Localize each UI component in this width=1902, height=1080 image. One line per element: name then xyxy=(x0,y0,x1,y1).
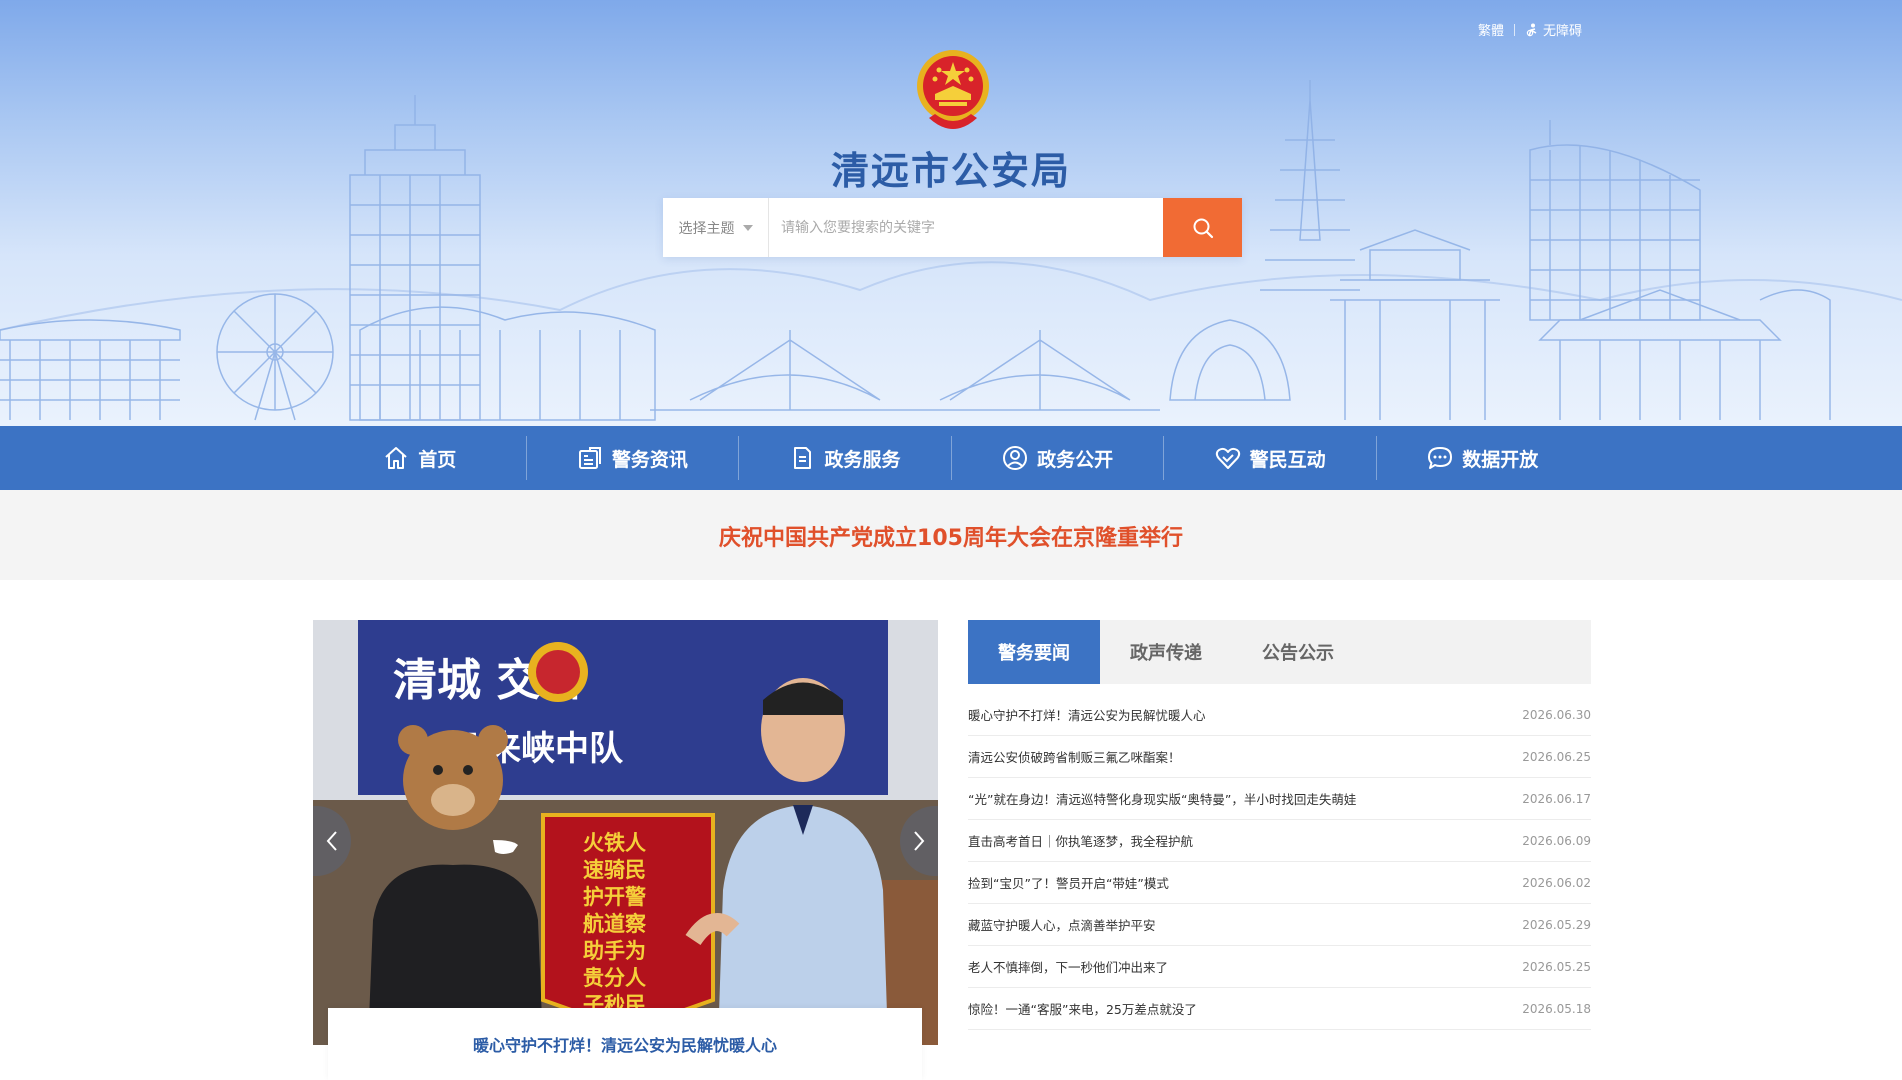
news-date: 2026.06.09 xyxy=(1522,833,1591,848)
svg-text:贵分人: 贵分人 xyxy=(583,966,646,990)
site-header: 繁體 无障碍 清远市公安局 选择主题 xyxy=(0,0,1902,426)
news-title: 藏蓝守护暖人心，点滴善举护平安 xyxy=(968,918,1156,933)
topic-select-label: 选择主题 xyxy=(678,220,735,237)
search-input[interactable] xyxy=(769,198,1163,257)
news-title: 暖心守护不打烊！清远公安为民解忧暖人心 xyxy=(968,708,1206,723)
news-list: 暖心守护不打烊！清远公安为民解忧暖人心 2026.06.30 清远公安侦破跨省制… xyxy=(968,694,1591,1030)
search-icon xyxy=(1193,218,1213,238)
news-date: 2026.06.30 xyxy=(1522,707,1591,722)
nav-item-label: 警务资讯 xyxy=(611,448,688,471)
list-item[interactable]: 清远公安侦破跨省制贩三氟乙咪酯案！ 2026.06.25 xyxy=(968,736,1591,778)
tab-police-news[interactable]: 警务要闻 xyxy=(968,620,1100,684)
tab-announcements[interactable]: 公告公示 xyxy=(1232,620,1364,684)
carousel-caption[interactable]: 暖心守护不打烊！清远公安为民解忧暖人心 xyxy=(328,1008,922,1080)
headline-link[interactable]: 庆祝中国共产党成立105周年大会在京隆重举行 xyxy=(0,520,1902,552)
nav-item-home[interactable]: 首页 xyxy=(313,426,526,490)
news-date: 2026.06.25 xyxy=(1522,749,1591,764)
news-date: 2026.05.25 xyxy=(1522,959,1591,974)
chevron-right-icon xyxy=(914,831,925,851)
news-date: 2026.06.17 xyxy=(1522,791,1591,806)
main-nav: 首页 警务资讯 政务服务 政务公开 警民互动 数据开放 xyxy=(0,426,1902,490)
national-emblem-icon xyxy=(917,50,989,129)
news-title: “光”就在身边！清远巡特警化身现实版“奥特曼”，半小时找回走失萌娃 xyxy=(968,792,1357,807)
list-item[interactable]: 捡到“宝贝”了！警员开启“带娃”模式 2026.06.02 xyxy=(968,862,1591,904)
accessibility-link[interactable]: 无障碍 xyxy=(1525,20,1582,39)
top-links: 繁體 无障碍 xyxy=(1478,20,1582,39)
chevron-down-icon xyxy=(742,224,753,231)
search-bar: 选择主题 xyxy=(663,198,1242,257)
news-title: 惊险！一通“客服”来电，25万差点就没了 xyxy=(968,1002,1197,1017)
news-title: 老人不慎摔倒，下一秒他们冲出来了 xyxy=(968,960,1169,975)
nav-item-label: 数据开放 xyxy=(1462,448,1539,471)
topic-select[interactable]: 选择主题 xyxy=(663,198,769,257)
list-item[interactable]: 惊险！一通“客服”来电，25万差点就没了 2026.05.18 xyxy=(968,988,1591,1030)
news-date: 2026.05.18 xyxy=(1522,1001,1591,1016)
news-icon xyxy=(578,447,601,469)
news-title: 清远公安侦破跨省制贩三氟乙咪酯案！ xyxy=(968,750,1181,765)
svg-text:航道察: 航道察 xyxy=(583,912,647,936)
news-title: 捡到“宝贝”了！警员开启“带娃”模式 xyxy=(968,876,1169,891)
accessibility-icon xyxy=(1526,23,1537,36)
list-item[interactable]: 暖心守护不打烊！清远公安为民解忧暖人心 2026.06.30 xyxy=(968,694,1591,736)
nav-item-label: 政务服务 xyxy=(824,448,901,471)
traditional-chinese-link[interactable]: 繁體 xyxy=(1478,20,1504,39)
news-tabs: 警务要闻 政声传递 公告公示 xyxy=(968,620,1591,684)
nav-item-gov-services[interactable]: 政务服务 xyxy=(738,426,951,490)
search-button[interactable] xyxy=(1163,198,1242,257)
nav-item-label: 警民互动 xyxy=(1249,448,1326,471)
news-title: 直击高考首日｜你执笔逐梦，我全程护航 xyxy=(968,834,1194,849)
site-title: 清远市公安局 xyxy=(830,149,1071,193)
nav-item-label: 政务公开 xyxy=(1037,448,1114,471)
home-icon xyxy=(385,447,407,469)
svg-text:护开警: 护开警 xyxy=(583,885,646,909)
nav-item-label: 首页 xyxy=(418,448,457,471)
chat-icon xyxy=(1428,447,1453,469)
heart-icon xyxy=(1215,447,1240,469)
news-carousel[interactable]: 清城 交警 飞来峡中队 火铁人 速骑民 护开警 航道察 助手为 贵分人 子秒民 xyxy=(313,620,938,1045)
news-date: 2026.06.02 xyxy=(1522,875,1591,890)
svg-text:火铁人: 火铁人 xyxy=(583,831,646,855)
divider xyxy=(1513,23,1515,36)
carousel-photo: 清城 交警 飞来峡中队 火铁人 速骑民 护开警 航道察 助手为 贵分人 子秒民 xyxy=(313,620,938,1045)
tab-gov-voice[interactable]: 政声传递 xyxy=(1100,620,1232,684)
nav-item-open-data[interactable]: 数据开放 xyxy=(1375,426,1589,490)
nav-item-police-news[interactable]: 警务资讯 xyxy=(525,426,739,490)
accessibility-label: 无障碍 xyxy=(1542,24,1582,39)
nav-item-gov-disclosure[interactable]: 政务公开 xyxy=(950,426,1164,490)
chevron-left-icon xyxy=(326,831,337,851)
svg-text:助手为: 助手为 xyxy=(583,939,646,963)
list-item[interactable]: 藏蓝守护暖人心，点滴善举护平安 2026.05.29 xyxy=(968,904,1591,946)
document-icon xyxy=(794,447,812,469)
nav-item-interaction[interactable]: 警民互动 xyxy=(1163,426,1376,490)
list-item[interactable]: 直击高考首日｜你执笔逐梦，我全程护航 2026.06.09 xyxy=(968,820,1591,862)
user-icon xyxy=(1003,446,1028,470)
list-item[interactable]: 老人不慎摔倒，下一秒他们冲出来了 2026.05.25 xyxy=(968,946,1591,988)
svg-text:速骑民: 速骑民 xyxy=(583,858,646,882)
list-item[interactable]: “光”就在身边！清远巡特警化身现实版“奥特曼”，半小时找回走失萌娃 2026.0… xyxy=(968,778,1591,820)
news-date: 2026.05.29 xyxy=(1522,917,1591,932)
